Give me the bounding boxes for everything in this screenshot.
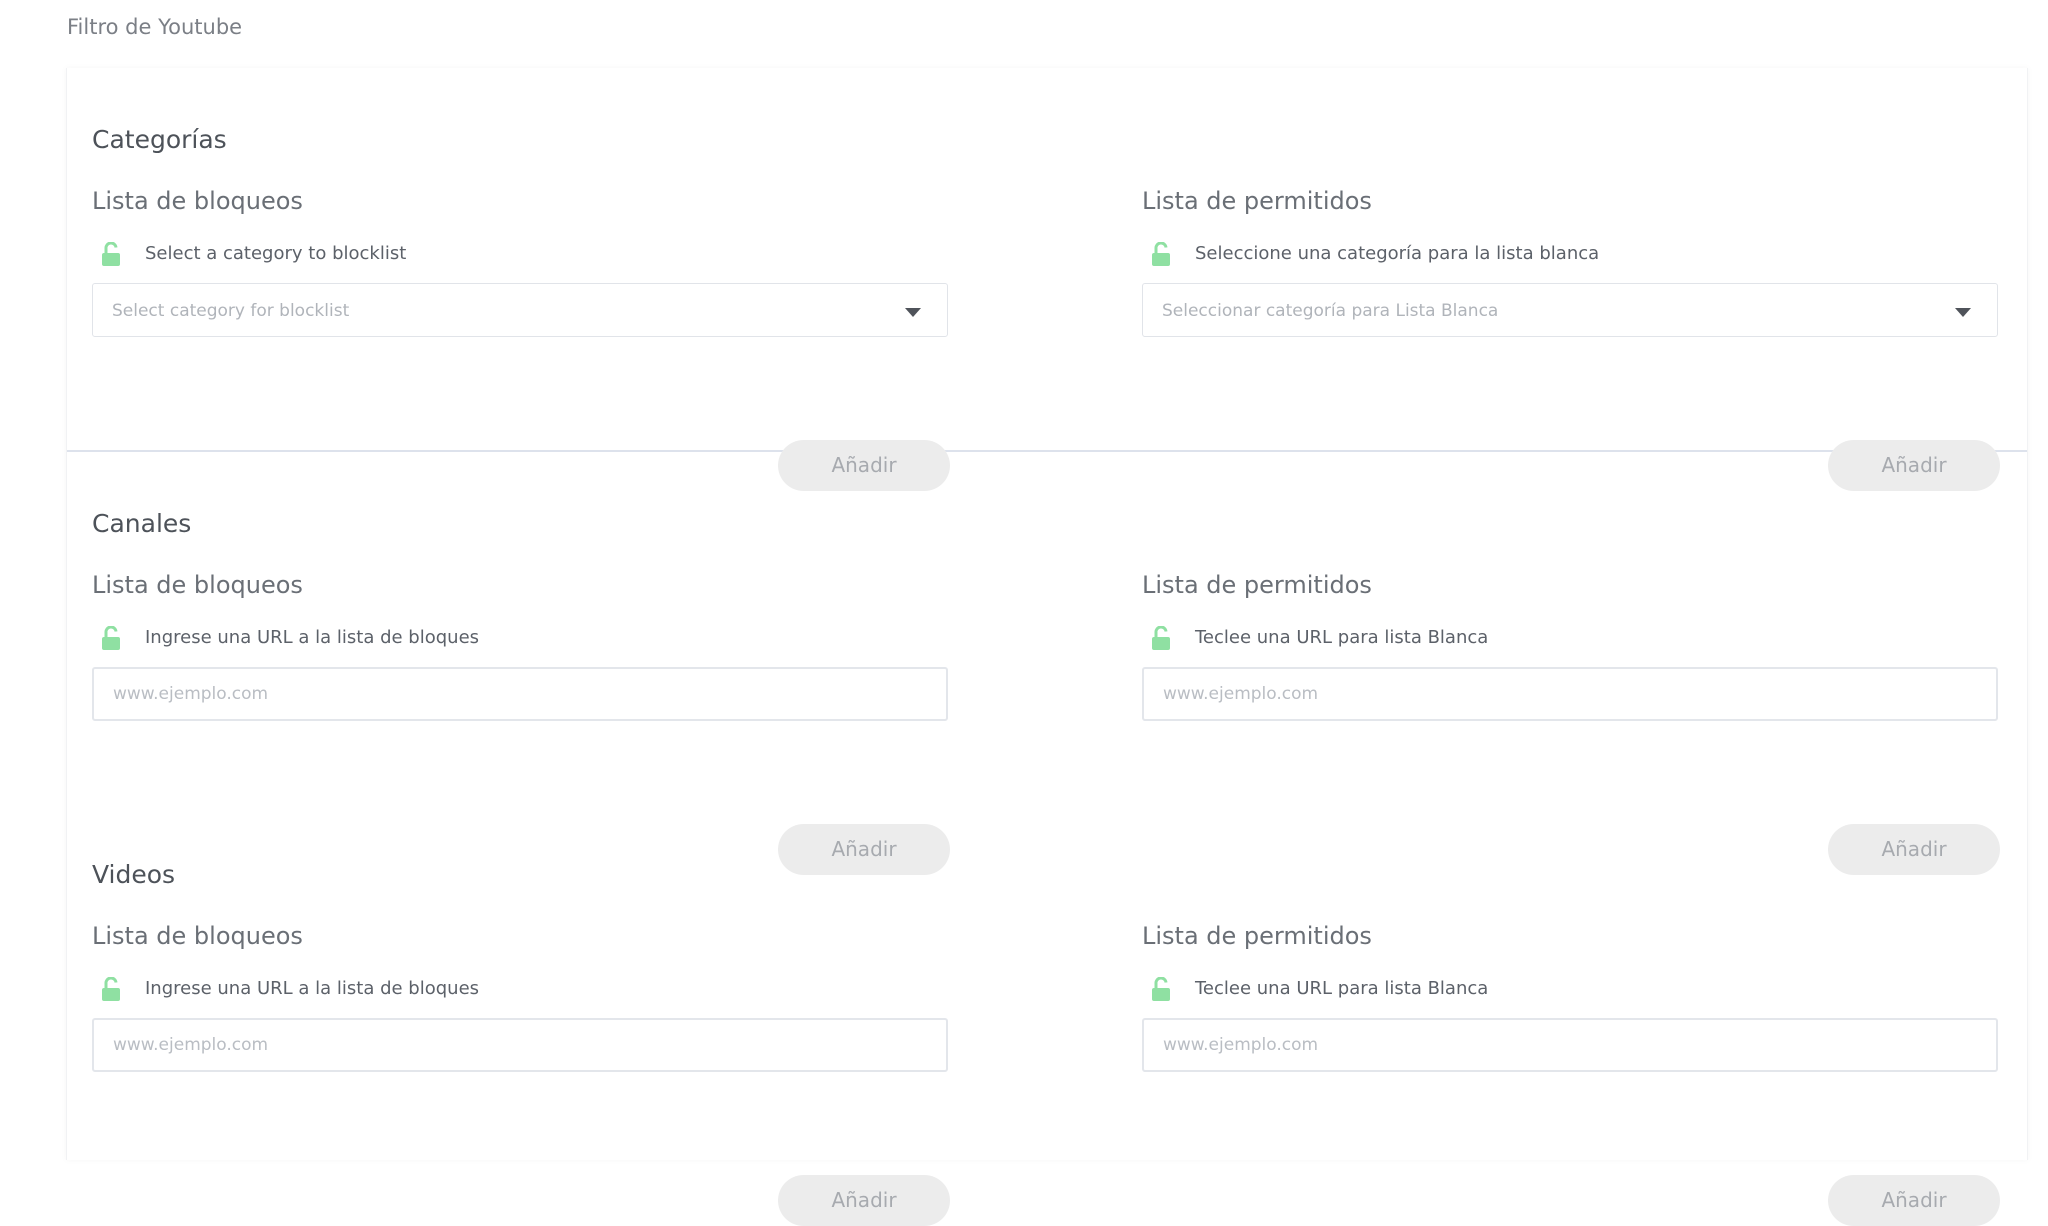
blocklist-label-row: Ingrese una URL a la lista de bloques (92, 977, 950, 1001)
add-video-allowlist-button[interactable]: Añadir (1828, 1175, 2000, 1226)
channel-blocklist-field[interactable] (92, 667, 948, 721)
blocklist-label: Ingrese una URL a la lista de bloques (145, 978, 480, 999)
video-allowlist-field[interactable] (1142, 1018, 1998, 1072)
category-blocklist-select[interactable]: Select category for blocklist (92, 283, 948, 337)
allowlist-label: Teclee una URL para lista Blanca (1195, 627, 1489, 648)
channels-title: Canales (92, 509, 192, 538)
channels-allowlist: Lista de permitidos Teclee una URL para … (1142, 570, 2000, 875)
unlock-icon (1152, 242, 1172, 266)
filter-card: Categorías Lista de bloqueos Select a ca… (66, 68, 2028, 1226)
channel-blocklist-input[interactable] (94, 669, 946, 719)
unlock-icon (1152, 977, 1172, 1001)
allowlist-label-row: Seleccione una categoría para la lista b… (1142, 242, 2000, 266)
categories-title: Categorías (92, 125, 227, 154)
categories-section: Categorías Lista de bloqueos Select a ca… (67, 68, 2027, 491)
channels-section: Canales Lista de bloqueos Ingrese una UR… (67, 452, 2027, 875)
blocklist-label-row: Ingrese una URL a la lista de bloques (92, 626, 950, 650)
categories-allowlist: Lista de permitidos Seleccione una categ… (1142, 186, 2000, 491)
channels-blocklist: Lista de bloqueos Ingrese una URL a la l… (92, 570, 950, 875)
blocklist-title: Lista de bloqueos (92, 187, 303, 215)
allowlist-label-row: Teclee una URL para lista Blanca (1142, 977, 2000, 1001)
unlock-icon (1152, 626, 1172, 650)
chevron-down-icon[interactable] (1955, 308, 1971, 317)
chevron-down-icon[interactable] (905, 308, 921, 317)
videos-blocklist: Lista de bloqueos Ingrese una URL a la l… (92, 921, 950, 1226)
channel-allowlist-field[interactable] (1142, 667, 1998, 721)
video-blocklist-field[interactable] (92, 1018, 948, 1072)
blocklist-title: Lista de bloqueos (92, 922, 303, 950)
select-placeholder: Seleccionar categoría para Lista Blanca (1162, 301, 1499, 321)
categories-blocklist: Lista de bloqueos Select a category to b… (92, 186, 950, 491)
allowlist-label: Teclee una URL para lista Blanca (1195, 978, 1489, 999)
unlock-icon (102, 242, 122, 266)
category-allowlist-select[interactable]: Seleccionar categoría para Lista Blanca (1142, 283, 1998, 337)
unlock-icon (102, 977, 122, 1001)
allowlist-title: Lista de permitidos (1142, 571, 1372, 599)
videos-title: Videos (92, 860, 176, 889)
video-blocklist-input[interactable] (94, 1020, 946, 1070)
video-allowlist-input[interactable] (1144, 1020, 1996, 1070)
blocklist-label: Ingrese una URL a la lista de bloques (145, 627, 480, 648)
blocklist-title: Lista de bloqueos (92, 571, 303, 599)
videos-allowlist: Lista de permitidos Teclee una URL para … (1142, 921, 2000, 1226)
blocklist-label: Select a category to blocklist (145, 243, 407, 264)
blocklist-label-row: Select a category to blocklist (92, 242, 950, 266)
unlock-icon (102, 626, 122, 650)
videos-section: Videos Lista de bloqueos Ingrese una URL… (67, 804, 2027, 1226)
allowlist-title: Lista de permitidos (1142, 187, 1372, 215)
add-video-blocklist-button[interactable]: Añadir (778, 1175, 950, 1226)
allowlist-label: Seleccione una categoría para la lista b… (1195, 243, 1600, 264)
channel-allowlist-input[interactable] (1144, 669, 1996, 719)
page-title: Filtro de Youtube (67, 15, 243, 39)
allowlist-label-row: Teclee una URL para lista Blanca (1142, 626, 2000, 650)
select-placeholder: Select category for blocklist (112, 301, 350, 321)
allowlist-title: Lista de permitidos (1142, 922, 1372, 950)
